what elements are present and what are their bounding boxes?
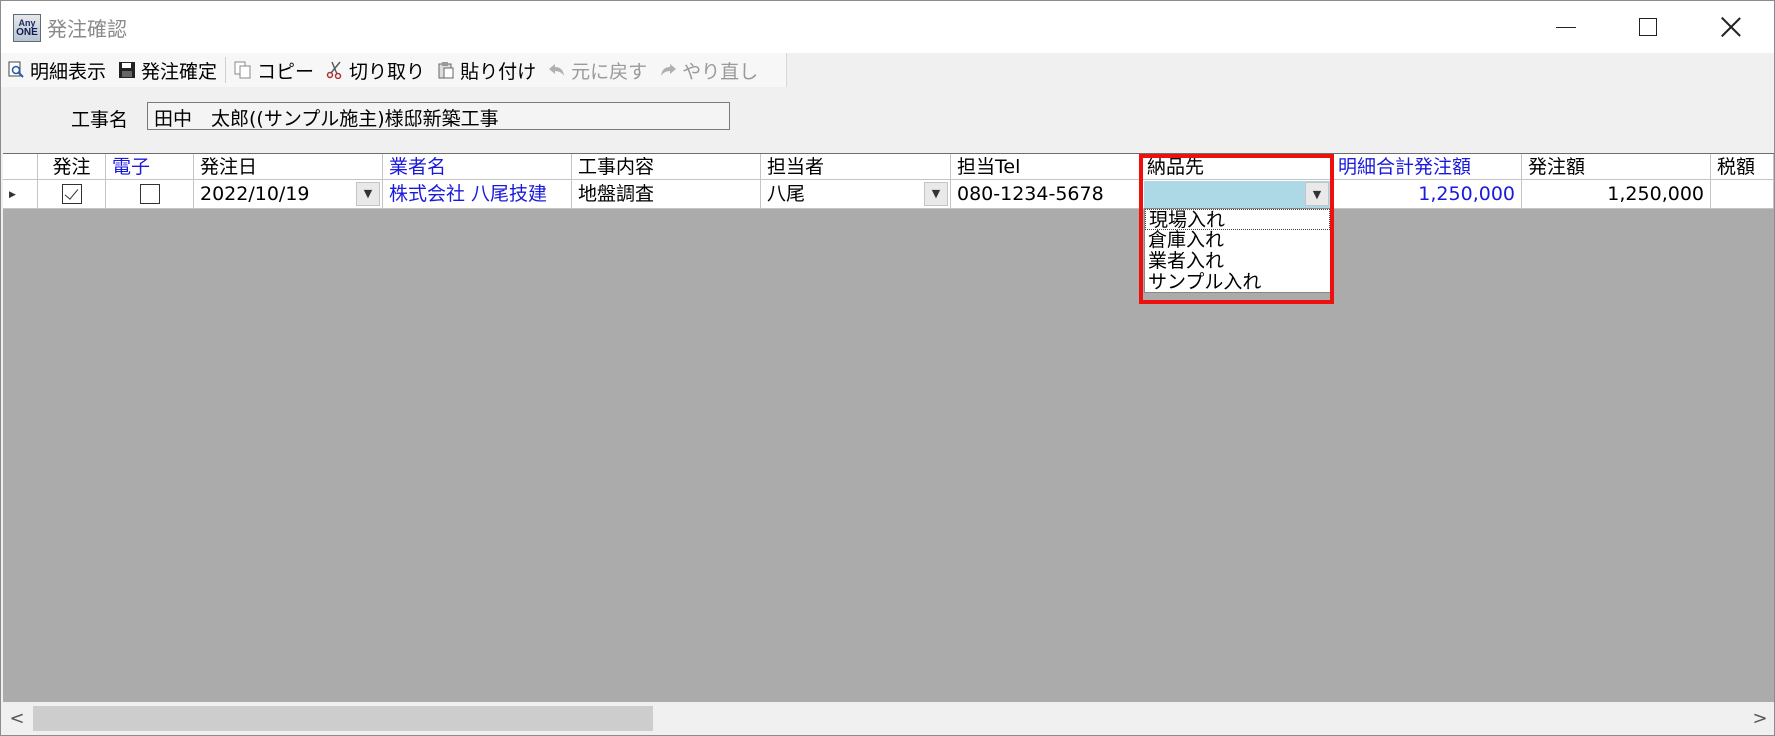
- col-header-person[interactable]: 担当者: [761, 154, 951, 179]
- work-cell[interactable]: 地盤調査: [572, 180, 761, 208]
- maximize-button[interactable]: [1618, 7, 1678, 47]
- dropdown-option[interactable]: 現場入れ: [1145, 209, 1330, 231]
- order-confirm-window: Any ONE 発注確認 明細表示 発注確定 コピー 切り取り 貼り付け 元に戻…: [0, 0, 1775, 736]
- floppy-disk-icon: [118, 61, 136, 79]
- minimize-button[interactable]: [1536, 7, 1596, 47]
- close-button[interactable]: [1701, 7, 1761, 47]
- project-name-field[interactable]: 田中 太郎((サンプル施主)様邸新築工事: [147, 102, 730, 130]
- scissors-icon: [326, 61, 344, 79]
- order-amount-cell[interactable]: 1,250,000: [1522, 180, 1711, 208]
- order-date-cell[interactable]: 2022/10/19 ▼: [194, 180, 383, 208]
- paste-button[interactable]: 貼り付け: [431, 55, 542, 85]
- dropdown-option[interactable]: 倉庫入れ: [1145, 230, 1330, 251]
- dropdown-option[interactable]: サンプル入れ: [1145, 272, 1330, 293]
- col-header-order-amount[interactable]: 発注額: [1522, 154, 1711, 179]
- toolbar: 明細表示 発注確定 コピー 切り取り 貼り付け 元に戻す やり直し: [1, 53, 787, 87]
- chevron-down-icon[interactable]: ▼: [924, 182, 948, 206]
- grid-header-row: 発注 電子 発注日 業者名 工事内容 担当者 担当Tel 納品先 明細合計発注額…: [3, 154, 1774, 180]
- detail-view-button[interactable]: 明細表示: [1, 55, 112, 85]
- row-selector-icon[interactable]: ▶: [3, 180, 38, 208]
- undo-arrow-icon: [548, 61, 566, 79]
- tax-cell[interactable]: [1711, 180, 1774, 208]
- magnifier-doc-icon: [7, 61, 25, 79]
- vendor-cell[interactable]: 株式会社 八尾技建: [383, 180, 572, 208]
- table-row[interactable]: ▶ 2022/10/19 ▼ 株式会社 八尾技建 地盤調査 八尾 ▼ 080-1…: [3, 180, 1774, 209]
- delivery-combobox[interactable]: ▼: [1144, 181, 1331, 208]
- person-cell[interactable]: 八尾 ▼: [761, 180, 951, 208]
- col-header-detail-total[interactable]: 明細合計発注額: [1332, 154, 1522, 179]
- paste-icon: [437, 61, 455, 79]
- col-header-delivery[interactable]: 納品先: [1141, 154, 1332, 179]
- close-icon: [1721, 17, 1741, 37]
- col-header-electronic[interactable]: 電子: [106, 154, 194, 179]
- app-logo-icon: Any ONE: [13, 14, 41, 42]
- col-header-tel[interactable]: 担当Tel: [951, 154, 1141, 179]
- order-date-value: 2022/10/19: [200, 183, 310, 205]
- project-name-label: 工事名: [71, 109, 129, 131]
- detail-total-cell[interactable]: 1,250,000: [1332, 180, 1522, 208]
- chevron-down-icon[interactable]: ▼: [1305, 182, 1329, 206]
- delivery-dropdown-list: 現場入れ 倉庫入れ 業者入れ サンプル入れ: [1144, 208, 1331, 293]
- order-checkbox-cell[interactable]: [38, 180, 106, 208]
- order-checkbox[interactable]: [61, 184, 82, 204]
- cut-button[interactable]: 切り取り: [320, 55, 431, 85]
- toolbar-separator: [225, 57, 227, 83]
- col-header-order[interactable]: 発注: [38, 154, 106, 179]
- tel-cell[interactable]: 080-1234-5678: [951, 180, 1141, 208]
- col-header-work[interactable]: 工事内容: [572, 154, 761, 179]
- scroll-right-icon[interactable]: >: [1746, 702, 1774, 735]
- dropdown-option[interactable]: 業者入れ: [1145, 251, 1330, 272]
- window-title: 発注確認: [47, 17, 127, 41]
- col-header-vendor[interactable]: 業者名: [383, 154, 572, 179]
- undo-button[interactable]: 元に戻す: [542, 55, 653, 85]
- copy-button[interactable]: コピー: [228, 55, 320, 85]
- col-header-tax[interactable]: 税額: [1711, 154, 1774, 179]
- redo-button[interactable]: やり直し: [653, 55, 764, 85]
- title-bar[interactable]: Any ONE 発注確認: [1, 1, 1774, 53]
- chevron-down-icon[interactable]: ▼: [356, 182, 380, 206]
- electronic-checkbox[interactable]: [139, 184, 160, 204]
- electronic-checkbox-cell[interactable]: [106, 180, 194, 208]
- person-value: 八尾: [767, 183, 806, 205]
- maximize-icon: [1639, 18, 1657, 36]
- scrollbar-thumb[interactable]: [33, 706, 653, 731]
- scroll-left-icon[interactable]: <: [3, 702, 31, 735]
- minimize-icon: [1556, 26, 1576, 28]
- col-header-order-date[interactable]: 発注日: [194, 154, 383, 179]
- confirm-order-button[interactable]: 発注確定: [112, 55, 223, 85]
- order-grid: 発注 電子 発注日 業者名 工事内容 担当者 担当Tel 納品先 明細合計発注額…: [3, 153, 1774, 702]
- horizontal-scrollbar[interactable]: < >: [3, 702, 1774, 735]
- copy-icon: [234, 61, 252, 79]
- redo-arrow-icon: [659, 61, 677, 79]
- row-header-corner: [3, 154, 38, 179]
